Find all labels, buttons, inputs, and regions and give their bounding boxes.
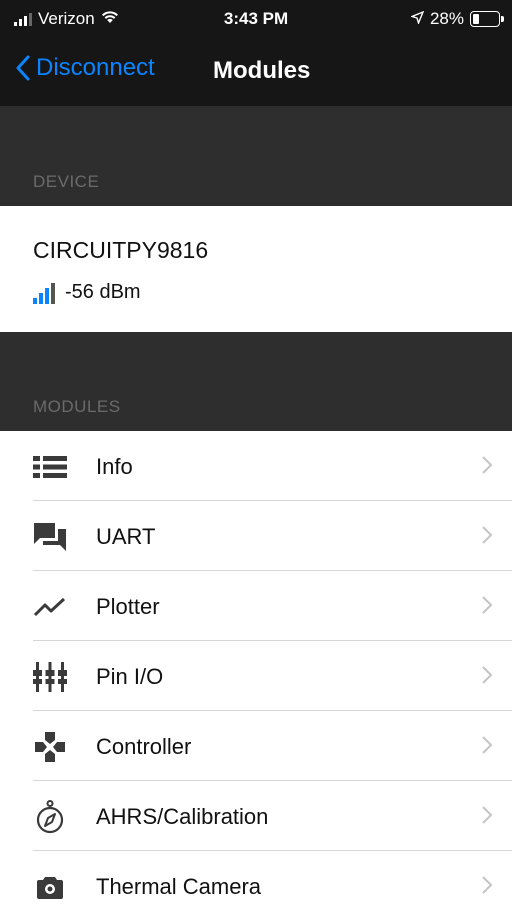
disconnect-label: Disconnect bbox=[36, 54, 155, 81]
gamepad-icon bbox=[33, 732, 67, 762]
chevron-right-icon bbox=[482, 806, 492, 824]
battery-percent: 28% bbox=[429, 9, 464, 28]
module-label: Plotter bbox=[96, 594, 160, 619]
signal-bar bbox=[33, 297, 37, 304]
module-label: Info bbox=[96, 454, 133, 479]
status-bar: Verizon 3:43 PM 28% bbox=[0, 0, 512, 36]
signal-strength-icon bbox=[33, 282, 55, 304]
status-right: 28% bbox=[409, 9, 504, 29]
compass-icon bbox=[33, 800, 67, 834]
chevron-right-icon bbox=[482, 456, 492, 474]
chevron-right-icon bbox=[482, 526, 492, 544]
rssi-row: -56 dBm bbox=[33, 281, 141, 304]
device-section-header: DEVICE bbox=[0, 106, 512, 206]
chevron-right-icon bbox=[482, 596, 492, 614]
module-row-ahrs-calibration[interactable]: AHRS/Calibration bbox=[0, 781, 512, 851]
chevron-right-icon bbox=[482, 666, 492, 684]
module-label: Controller bbox=[96, 734, 192, 759]
pins-icon bbox=[33, 662, 67, 692]
module-label: UART bbox=[96, 524, 156, 549]
navigation-bar: Disconnect Modules bbox=[0, 36, 512, 106]
chat-bubbles-icon bbox=[33, 522, 67, 552]
module-row-thermal-camera[interactable]: Thermal Camera bbox=[0, 851, 512, 905]
modules-section-header: MODULES bbox=[0, 332, 512, 431]
device-header-label: DEVICE bbox=[33, 172, 100, 191]
module-label: AHRS/Calibration bbox=[96, 804, 269, 829]
module-label: Thermal Camera bbox=[96, 874, 262, 899]
chevron-right-icon bbox=[482, 876, 492, 894]
signal-bar bbox=[51, 282, 55, 304]
modules-header-label: MODULES bbox=[33, 397, 121, 416]
modules-list: Info UART Plotter Pin I/O Controller AHR… bbox=[0, 431, 512, 905]
list-icon bbox=[33, 452, 67, 482]
module-row-info[interactable]: Info bbox=[0, 431, 512, 501]
disconnect-button[interactable]: Disconnect bbox=[16, 54, 155, 82]
rssi-value: -56 dBm bbox=[65, 281, 141, 303]
module-label: Pin I/O bbox=[96, 664, 164, 689]
signal-bar bbox=[45, 287, 49, 304]
module-row-controller[interactable]: Controller bbox=[0, 711, 512, 781]
signal-bar bbox=[39, 292, 43, 304]
camera-icon bbox=[33, 872, 67, 902]
module-row-uart[interactable]: UART bbox=[0, 501, 512, 571]
device-cell: CIRCUITPY9816 -56 dBm bbox=[0, 206, 512, 332]
chevron-left-icon bbox=[16, 55, 30, 81]
chevron-right-icon bbox=[482, 736, 492, 754]
module-row-pin-io[interactable]: Pin I/O bbox=[0, 641, 512, 711]
location-arrow-icon bbox=[409, 9, 425, 29]
line-graph-icon bbox=[33, 592, 67, 622]
module-row-plotter[interactable]: Plotter bbox=[0, 571, 512, 641]
battery-icon bbox=[470, 11, 504, 27]
device-name: CIRCUITPY9816 bbox=[33, 237, 209, 263]
page-title: Modules bbox=[213, 57, 311, 84]
